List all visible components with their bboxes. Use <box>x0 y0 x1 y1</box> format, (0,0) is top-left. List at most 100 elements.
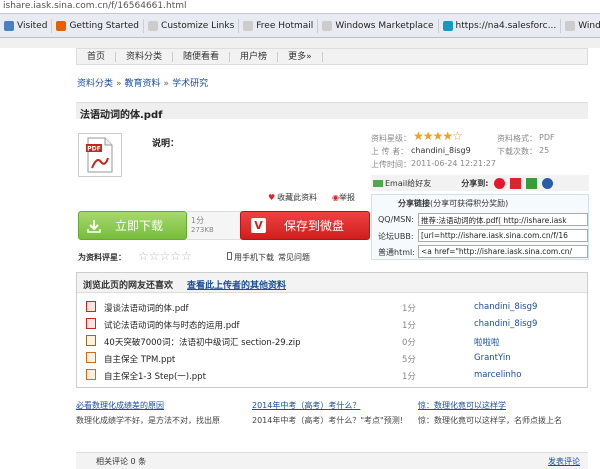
favorite-link[interactable]: ♥ 收藏此资料 <box>268 192 317 203</box>
upload-time: 2011-06-24 12:21:27 <box>411 159 496 168</box>
promo-title-link[interactable]: 2014年中考（高考）考什么？ <box>252 400 403 411</box>
downloads-value: 25 <box>539 146 550 155</box>
related-doc-uploader[interactable]: marcelinho <box>474 370 521 380</box>
breadcrumb-link[interactable]: 学术研究 <box>172 79 208 89</box>
download-icon <box>87 219 101 233</box>
downloads-label: 下载次数： <box>497 147 537 156</box>
related-doc-link[interactable]: 自主保全1-3 Step(一).ppt <box>104 370 206 382</box>
weipan-icon: V <box>251 218 266 233</box>
nav-item[interactable]: 首页 <box>77 51 117 62</box>
download-points: 1分 <box>191 216 205 225</box>
bookmarks-bar: Visited Getting Started Customize Links Fre… <box>0 14 600 38</box>
share-box-title: 分享链接(分享可获得积分奖励) <box>398 199 509 208</box>
related-doc-points: 5分 <box>402 355 416 365</box>
related-doc-points: 1分 <box>402 321 416 331</box>
share-code-input[interactable]: <a href="http://ishare.iask.sina.com.cn/ <box>418 245 588 258</box>
related-doc-points: 1分 <box>402 304 416 314</box>
bookmark-item[interactable]: Getting Started <box>52 18 145 33</box>
nav-item[interactable]: 资料分类 <box>116 51 174 62</box>
share-code-input[interactable]: [url=http://ishare.iask.sina.com.cn/f/16 <box>418 229 588 242</box>
related-doc-link[interactable]: 40天突破7000词：法语初中级词汇 section-29.zip <box>104 336 301 348</box>
related-doc-link[interactable]: 自主保全 TPM.ppt <box>104 353 175 365</box>
page-title: 法语动词的体.pdf <box>76 102 588 121</box>
bottom-promo: 必看数理化成绩差的原因 数理化成绩学不好，是方法不对，找出原 2014年中考（高考）… <box>76 400 588 440</box>
promo-text: 2014年中考（高考）考什么？"考点"预测! <box>252 416 403 425</box>
phone-download-link[interactable]: 用手机下载 <box>227 252 274 263</box>
rating-stars: ★★★★☆ <box>413 129 463 143</box>
nav-item[interactable]: 随便看看 <box>173 51 231 62</box>
page-icon <box>243 20 254 31</box>
promo-title-link[interactable]: 必看数理化成绩差的原因 <box>76 400 220 411</box>
bookmark-label: Customize Links <box>161 20 235 31</box>
related-doc-points: 1分 <box>402 372 416 382</box>
share-link-box: 分享链接(分享可获得积分奖励) QQ/MSN: 推荐:法语动词的体.pdf( ht… <box>371 194 589 260</box>
bookmark-label: Windows Marketplace <box>335 20 434 31</box>
download-button[interactable]: 立即下载 <box>78 211 187 240</box>
email-friend-link[interactable]: Email给好友 <box>385 178 431 189</box>
related-doc-uploader[interactable]: 啦啦啦 <box>474 336 500 348</box>
uploader-name[interactable]: chandini_8isg9 <box>411 146 471 155</box>
download-info: 1分 273KB <box>187 211 241 240</box>
bookmark-label: Windows Media <box>578 20 600 31</box>
share-row-label: 普通html: <box>378 248 415 257</box>
save-to-weipan-button[interactable]: V 保存到微盘 <box>240 211 370 240</box>
kaixin-icon[interactable] <box>526 177 538 189</box>
breadcrumb-separator: » <box>163 79 170 89</box>
bookmark-item[interactable]: Free Hotmail <box>239 18 319 33</box>
breadcrumb-link[interactable]: 资料分类 <box>77 79 113 89</box>
post-comment-link[interactable]: 发表评论 <box>548 456 580 467</box>
breadcrumb: 资料分类» 教育资料» 学术研究 <box>77 76 211 89</box>
share-code-input[interactable]: 推荐:法语动词的体.pdf( http://ishare.iask <box>418 213 588 226</box>
promo-block: 必看数理化成绩差的原因 数理化成绩学不好，是方法不对，找出原 <box>76 400 220 426</box>
email-icon <box>373 179 383 187</box>
bookmark-item[interactable]: https://na4.salesforc... <box>439 18 562 33</box>
cloud-icon <box>442 20 453 31</box>
address-bar[interactable]: ishare.iask.sina.com.cn/f/16564661.html <box>0 0 600 14</box>
page-icon <box>148 20 159 31</box>
bookmark-item[interactable]: Windows Media <box>561 19 600 33</box>
bookmark-item[interactable]: Visited <box>0 18 53 33</box>
bookmark-label: Free Hotmail <box>256 20 314 31</box>
format-value: PDF <box>539 133 555 142</box>
breadcrumb-separator: » <box>116 79 122 89</box>
share-row-label: 论坛UBB: <box>378 232 414 241</box>
related-row: 试论法语动词的体与时态的运用.pdf 1分 chandini_8isg9 <box>77 316 587 332</box>
related-doc-points: 0分 <box>402 338 416 348</box>
uploader-other-docs-link[interactable]: 查看此上传者的其他资料 <box>187 281 286 291</box>
related-doc-uploader[interactable]: chandini_8isg9 <box>474 319 537 329</box>
promo-text: 数理化成绩学不好，是方法不对，找出原 <box>76 416 220 425</box>
breadcrumb-link[interactable]: 教育资料 <box>125 79 161 89</box>
report-link[interactable]: ◉举报 <box>332 192 355 203</box>
faq-link[interactable]: 常见问题 <box>278 252 310 263</box>
promo-text: 惊：数理化竟可以这样学，名师点拨上名 <box>418 416 562 425</box>
bookmark-item[interactable]: Windows Marketplace <box>318 18 439 33</box>
share-person-icon[interactable] <box>542 177 554 189</box>
clock-icon <box>4 20 14 31</box>
weibo-icon[interactable] <box>494 177 506 189</box>
bookmark-label: Getting Started <box>69 20 140 31</box>
uploader-label: 上 传 者： <box>371 147 409 156</box>
related-doc-uploader[interactable]: chandini_8isg9 <box>474 302 537 312</box>
ppt-file-icon <box>86 352 96 363</box>
description-label: 说明： <box>152 139 180 149</box>
download-label: 立即下载 <box>115 219 164 233</box>
bookmark-label: https://na4.salesforc... <box>455 20 557 31</box>
related-doc-uploader[interactable]: GrantYin <box>474 353 511 363</box>
svg-text:PDF: PDF <box>87 146 100 153</box>
page-icon <box>322 20 333 31</box>
bookmark-item[interactable]: Customize Links <box>144 18 240 33</box>
nav-item[interactable]: 用户榜 <box>230 51 279 62</box>
top-gap <box>0 38 600 48</box>
share-bar: Email给好友 分享到: <box>371 175 589 191</box>
related-doc-link[interactable]: 漫谈法语动词的体.pdf <box>104 302 189 314</box>
nav-item[interactable]: 更多» <box>278 51 323 62</box>
rate-stars-input[interactable]: ☆☆☆☆☆ <box>138 249 192 263</box>
promo-block: 惊：数理化竟可以这样学 惊：数理化竟可以这样学，名师点拨上名 <box>418 400 562 426</box>
comments-bar: 相关评论 0 条 发表评论 <box>76 452 588 469</box>
renren-icon[interactable] <box>510 177 522 189</box>
promo-title-link[interactable]: 惊：数理化竟可以这样学 <box>418 400 562 411</box>
related-doc-link[interactable]: 试论法语动词的体与时态的运用.pdf <box>104 319 240 331</box>
report-label: 举报 <box>338 193 355 202</box>
download-size: 273KB <box>191 226 214 234</box>
rating-label: 资料星级： <box>371 134 411 143</box>
